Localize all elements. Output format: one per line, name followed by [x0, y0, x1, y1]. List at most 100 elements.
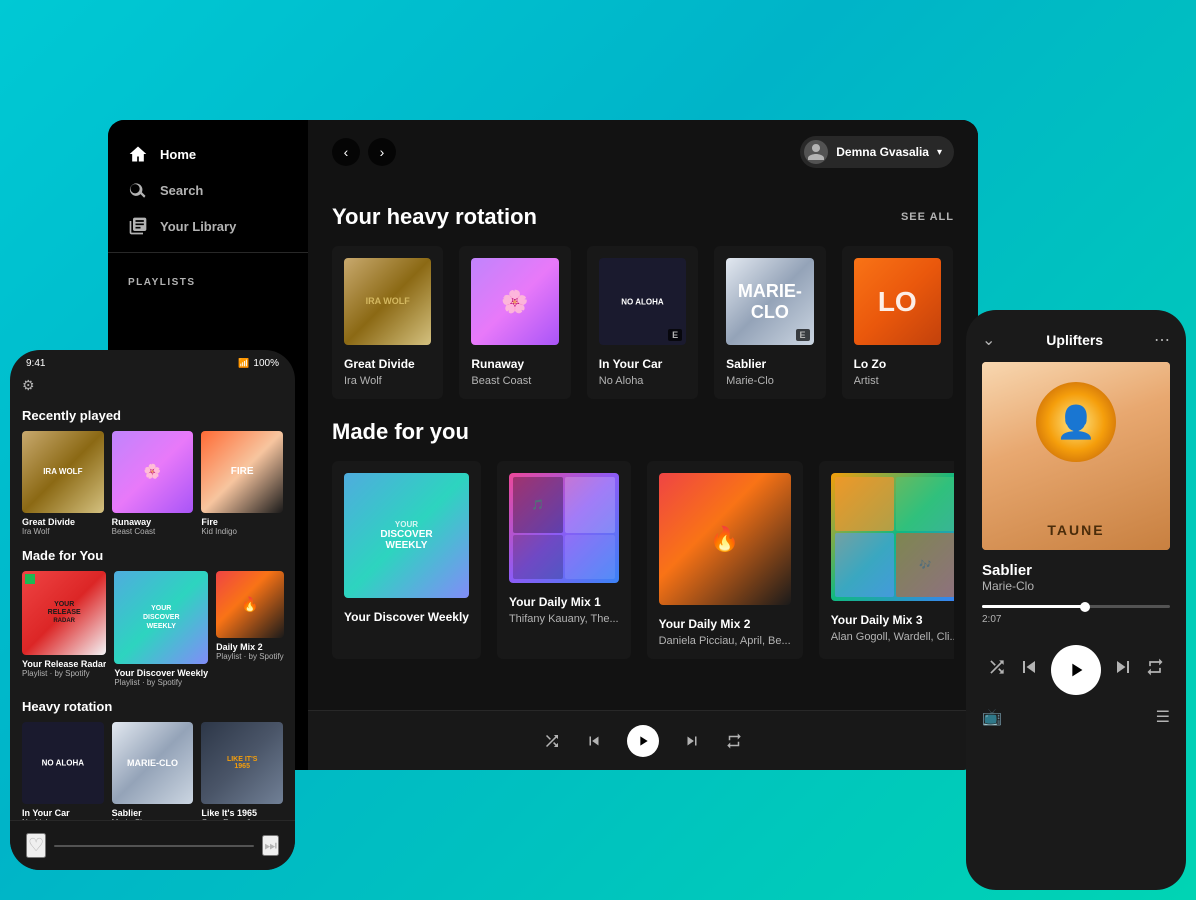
phone-card-in-your-car[interactable]: In Your Car No Aloha: [22, 722, 104, 820]
phone-next-button-right[interactable]: [1111, 655, 1135, 685]
card-daily-mix-1[interactable]: 🎵 Your Daily Mix 1 Thifany Kauany, The..…: [497, 461, 631, 659]
card-subtitle: ​: [344, 628, 469, 640]
card-title: Great Divide: [344, 357, 431, 371]
user-name: Demna Gvasalia: [836, 145, 929, 159]
search-label: Search: [160, 183, 203, 198]
card-subtitle: Marie-Clo: [726, 375, 813, 387]
made-for-you-phone-cards: YOUR RELEASE RADAR Your Release Radar Pl…: [22, 571, 283, 688]
progress-time: 2:07: [982, 614, 1170, 625]
phone-card-fire[interactable]: FIRE Fire Kid Indigo: [201, 431, 283, 536]
sidebar-nav: Home Search Your Library: [108, 136, 308, 244]
progress-bar-container[interactable]: [982, 605, 1170, 608]
made-for-you-section-header: Made for you: [332, 419, 954, 445]
card-subtitle: Artist: [854, 375, 941, 387]
art-sablier: MARIE-CLO E: [726, 258, 813, 345]
card-title: Your Daily Mix 1: [509, 595, 619, 609]
phone-card-title: Runaway: [112, 517, 194, 527]
home-icon: [128, 144, 148, 164]
queue-icon[interactable]: ☰: [1156, 707, 1170, 727]
phone-card-daily-mix-2[interactable]: 🔥 Daily Mix 2 Playlist · by Spotify: [216, 571, 284, 688]
phone-card-like-1965[interactable]: LIKE IT'S1965 Like It's 1965 Gene Evaro …: [201, 722, 283, 820]
home-label: Home: [160, 147, 196, 162]
heavy-rotation-title: Your heavy rotation: [332, 204, 537, 230]
phone-header-icons: ⌄ Uplifters ⋯: [982, 326, 1170, 354]
see-all-button[interactable]: SEE ALL: [901, 211, 954, 223]
previous-button[interactable]: [585, 732, 603, 750]
card-lo-zo[interactable]: LO Lo Zo Artist: [842, 246, 953, 399]
next-button[interactable]: [683, 732, 701, 750]
card-subtitle: Ira Wolf: [344, 375, 431, 387]
phone-play-button[interactable]: [1051, 645, 1101, 695]
phone-shuffle-button[interactable]: [987, 657, 1007, 683]
phone-right-info: Sablier Marie-Clo: [966, 550, 1186, 593]
card-sablier[interactable]: MARIE-CLO E Sablier Marie-Clo: [714, 246, 825, 399]
collapse-icon[interactable]: ⌄: [982, 330, 995, 350]
card-title: Lo Zo: [854, 357, 941, 371]
phone-card-runaway[interactable]: 🌸 Runaway Beast Coast: [112, 431, 194, 536]
battery-level: 100%: [253, 358, 279, 369]
phone-left: 9:41 📶 100% ⚙ Recently played IRA WOLF G…: [10, 350, 295, 870]
heavy-rotation-phone-title: Heavy rotation: [22, 699, 283, 714]
art-lo-zo: LO: [854, 258, 941, 345]
card-discover-weekly[interactable]: YOUR DISCOVER WEEKLY Your Discover Weekl…: [332, 461, 481, 659]
card-daily-mix-2[interactable]: 🔥 Your Daily Mix 2 Daniela Picciau, Apri…: [647, 461, 803, 659]
phone-repeat-button[interactable]: [1145, 657, 1165, 683]
play-button[interactable]: [627, 725, 659, 757]
sidebar-item-search[interactable]: Search: [116, 172, 300, 208]
recently-played-cards: IRA WOLF Great Divide Ira Wolf 🌸 Runaway…: [22, 431, 283, 536]
phone-card-discover-weekly[interactable]: YOURDISCOVERWEEKLY Your Discover Weekly …: [114, 571, 208, 688]
card-subtitle: Daniela Picciau, April, Be...: [659, 635, 791, 647]
cast-icon[interactable]: 📺: [982, 707, 1002, 727]
phone-card-title: In Your Car: [22, 808, 104, 818]
phone-right: ⌄ Uplifters ⋯ 👤 TAUNE Sablier Marie-Clo …: [966, 310, 1186, 890]
phone-right-progress[interactable]: 2:07: [966, 593, 1186, 637]
card-title: Sablier: [726, 357, 813, 371]
library-label: Your Library: [160, 219, 236, 234]
user-area[interactable]: Demna Gvasalia ▾: [800, 136, 954, 168]
playlists-label: PLAYLISTS: [108, 261, 308, 296]
card-subtitle: No Aloha: [599, 375, 686, 387]
phone-heart-button[interactable]: ♡: [26, 833, 46, 858]
card-in-your-car[interactable]: E In Your Car No Aloha: [587, 246, 698, 399]
card-title: Runaway: [471, 357, 558, 371]
album-title: Uplifters: [1046, 332, 1103, 348]
library-icon: [128, 216, 148, 236]
artist-name: Marie-Clo: [982, 579, 1170, 593]
card-daily-mix-3[interactable]: 🎶 Your Daily Mix 3 Alan Gogoll, Wardell,…: [819, 461, 954, 659]
shuffle-button[interactable]: [543, 732, 561, 750]
phone-card-title: Your Discover Weekly: [114, 668, 208, 678]
phone-card-sub: Playlist · by Spotify: [114, 678, 208, 687]
sidebar-item-home[interactable]: Home: [116, 136, 300, 172]
phone-prev-button[interactable]: [1017, 655, 1041, 685]
recently-played-title: Recently played: [22, 408, 283, 423]
phone-card-sablier-small[interactable]: MARIE-CLO Sablier Marie-Clo: [112, 722, 194, 820]
phone-card-great-divide[interactable]: IRA WOLF Great Divide Ira Wolf: [22, 431, 104, 536]
sidebar-item-library[interactable]: Your Library: [116, 208, 300, 244]
phone-bottom-bar: ♡ ⏭: [10, 820, 295, 870]
phone-right-album-container: 👤 TAUNE: [966, 362, 1186, 550]
card-great-divide[interactable]: IRA WOLF Great Divide Ira Wolf: [332, 246, 443, 399]
avatar: [804, 140, 828, 164]
phone-next-button[interactable]: ⏭: [262, 835, 279, 856]
more-icon[interactable]: ⋯: [1154, 330, 1170, 350]
phone-right-header: ⌄ Uplifters ⋯: [966, 310, 1186, 362]
main-content: ‹ › Demna Gvasalia ▾ Your heavy rotation…: [308, 120, 978, 770]
search-icon: [128, 180, 148, 200]
phone-card-sub: Kid Indigo: [201, 527, 283, 536]
phone-card-release-radar[interactable]: YOUR RELEASE RADAR Your Release Radar Pl…: [22, 571, 106, 688]
settings-icon[interactable]: ⚙: [22, 377, 35, 394]
card-runaway[interactable]: 🌸 Runaway Beast Coast: [459, 246, 570, 399]
spotify-logo: [25, 574, 35, 584]
made-for-you-title: Made for you: [332, 419, 469, 445]
phone-content: Recently played IRA WOLF Great Divide Ir…: [10, 398, 295, 820]
main-header: ‹ › Demna Gvasalia ▾: [308, 120, 978, 184]
forward-button[interactable]: ›: [368, 138, 396, 166]
chevron-down-icon: ▾: [937, 147, 942, 158]
back-button[interactable]: ‹: [332, 138, 360, 166]
made-for-you-cards: YOUR DISCOVER WEEKLY Your Discover Weekl…: [332, 461, 954, 659]
nav-buttons: ‹ ›: [332, 138, 396, 166]
repeat-button[interactable]: [725, 732, 743, 750]
progress-bar-fill: [982, 605, 1085, 608]
phone-card-title: Fire: [201, 517, 283, 527]
phone-status-bar: 9:41 📶 100%: [10, 350, 295, 373]
